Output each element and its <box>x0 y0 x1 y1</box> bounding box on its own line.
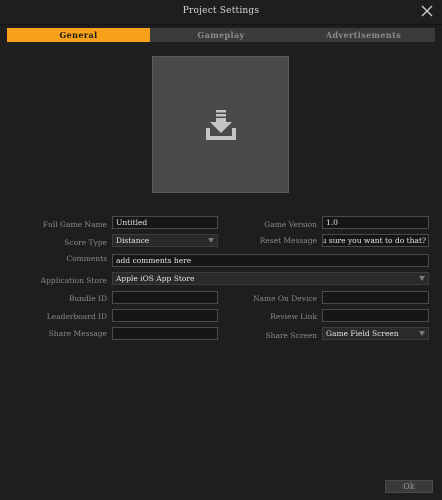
review-link-label: Review Link <box>270 312 317 321</box>
title-bar: Project Settings <box>0 0 442 25</box>
window-title: Project Settings <box>182 6 260 16</box>
score-type-value: Distance <box>116 236 150 245</box>
game-version-field[interactable]: 1.0 <box>322 216 429 229</box>
tab-gameplay[interactable]: Gameplay <box>150 28 292 42</box>
download-icon <box>206 110 236 140</box>
comments-field[interactable]: add comments here <box>112 254 429 267</box>
score-type-select[interactable]: Distance <box>112 234 218 247</box>
comments-label: Comments <box>66 254 107 263</box>
reset-message-value: Are you sure you want to do that? <box>322 236 426 245</box>
application-store-select[interactable]: Apple iOS App Store <box>112 272 429 285</box>
tab-bar: General Gameplay Advertisements <box>7 28 435 42</box>
review-link-field[interactable] <box>322 309 429 322</box>
leaderboard-id-field[interactable] <box>112 309 218 322</box>
full-game-name-field[interactable]: Untitled <box>112 216 218 229</box>
share-screen-select[interactable]: Game Field Screen <box>322 327 429 340</box>
chevron-down-icon <box>208 238 214 243</box>
app-icon-dropzone[interactable] <box>152 56 289 193</box>
tab-general[interactable]: General <box>7 28 150 42</box>
share-message-label: Share Message <box>48 329 107 338</box>
reset-message-field[interactable]: Are you sure you want to do that? <box>322 234 429 247</box>
ok-button[interactable]: Ok <box>385 480 433 493</box>
application-store-label: Application Store <box>40 276 107 285</box>
chevron-down-icon <box>419 276 425 281</box>
game-version-label: Game Version <box>264 220 317 229</box>
leaderboard-id-label: Leaderboard ID <box>46 312 107 321</box>
full-game-name-label: Full Game Name <box>42 220 107 229</box>
chevron-down-icon <box>419 331 425 336</box>
share-message-field[interactable] <box>112 327 218 340</box>
name-on-device-label: Name On Device <box>252 294 317 303</box>
tab-advertisements[interactable]: Advertisements <box>292 28 435 42</box>
bundle-id-label: Bundle ID <box>68 294 107 303</box>
name-on-device-field[interactable] <box>322 291 429 304</box>
share-screen-value: Game Field Screen <box>326 329 399 338</box>
share-screen-label: Share Screen <box>265 331 317 340</box>
close-icon[interactable] <box>420 4 434 18</box>
application-store-value: Apple iOS App Store <box>116 274 195 283</box>
score-type-label: Score Type <box>64 238 107 247</box>
bundle-id-field[interactable] <box>112 291 218 304</box>
reset-message-label: Reset Message <box>259 236 317 245</box>
